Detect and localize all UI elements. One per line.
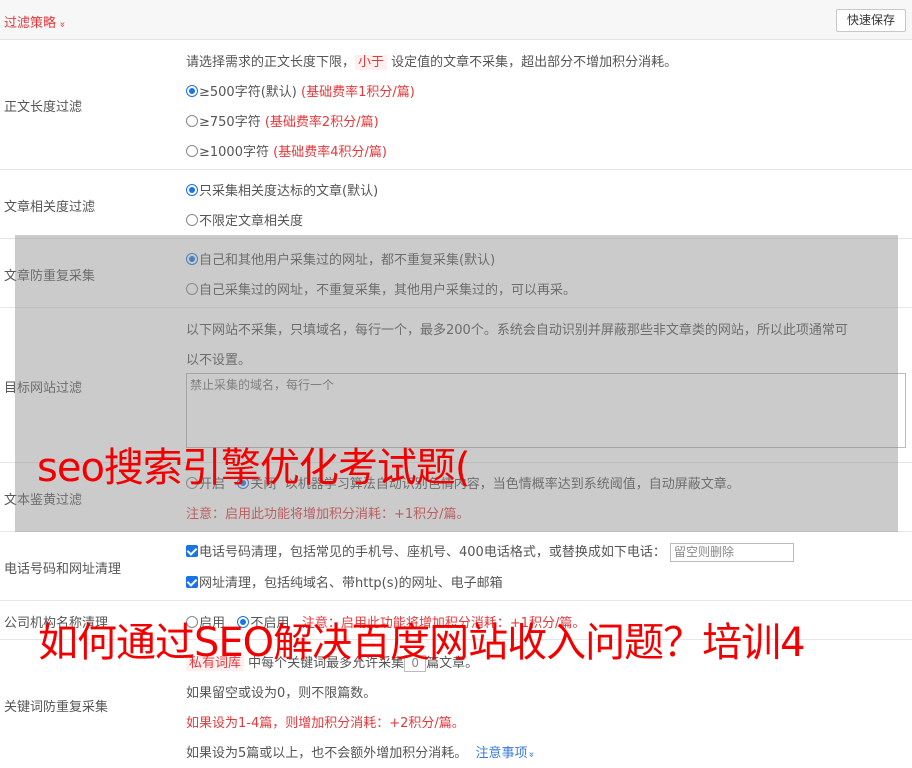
filter-header: 过滤策略» 快速保存	[0, 0, 912, 40]
length-filter-row: 正文长度过滤 请选择需求的正文长度下限， 小于 设定值的文章不采集，超出部分不增加…	[0, 40, 912, 170]
option-rate: (基础费率1积分/篇)	[301, 85, 415, 100]
option-rate: (基础费率2积分/篇)	[264, 115, 379, 130]
radio-button[interactable]	[186, 85, 198, 97]
contact-filter-label: 电话号码和网址清理	[4, 562, 122, 577]
phone-clean-option[interactable]: 电话号码清理，包括常见的手机号、座机号、400电话格式，或替换成如下电话： 留空…	[186, 541, 794, 562]
keyword-line-3: 如果设为1-4篇，则增加积分消耗：+2积分/篇。	[186, 716, 465, 731]
watermark-title-2: 如何通过SEO解决百度网站收入问题？培训4	[38, 620, 806, 666]
option-label: 网址清理，包括纯域名、带http(s)的网址、电子邮箱	[199, 576, 503, 591]
section-title[interactable]: 过滤策略»	[4, 12, 68, 31]
section-title-text: 过滤策略	[4, 16, 57, 31]
notes-link[interactable]: 注意事项»	[475, 746, 537, 761]
keyword-line-4: 如果设为5篇或以上，也不会额外增加积分消耗。 注意事项»	[186, 742, 537, 761]
relevance-option-1[interactable]: 只采集相关度达标的文章(默认)	[186, 180, 378, 199]
notes-link-text: 注意事项	[475, 746, 528, 761]
radio-button[interactable]	[186, 214, 198, 226]
checkbox[interactable]	[186, 576, 198, 588]
relevance-option-2[interactable]: 不限定文章相关度	[186, 210, 303, 229]
chevron-down-icon: »	[525, 751, 537, 758]
length-filter-label: 正文长度过滤	[4, 100, 83, 115]
keyword-filter-label: 关键词防重复采集	[4, 700, 109, 715]
watermark-title-1: seo搜索引擎优化考试题(	[37, 445, 471, 491]
quick-save-button[interactable]: 快速保存	[836, 9, 906, 32]
replace-phone-input[interactable]: 留空则删除	[669, 543, 794, 562]
url-clean-option[interactable]: 网址清理，包括纯域名、带http(s)的网址、电子邮箱	[186, 572, 503, 591]
length-filter-desc: 请选择需求的正文长度下限， 小于 设定值的文章不采集，超出部分不增加积分消耗。	[186, 51, 677, 70]
option-label: ≥500字符(默认)	[199, 85, 297, 100]
desc-text: 请选择需求的正文长度下限，	[186, 55, 356, 70]
option-label: 不限定文章相关度	[199, 214, 304, 229]
option-label: 电话号码清理，包括常见的手机号、座机号、400电话格式，或替换成如下电话：	[199, 545, 666, 560]
length-option-750[interactable]: ≥750字符 (基础费率2积分/篇)	[186, 111, 379, 130]
relevance-filter-row: 文章相关度过滤 只采集相关度达标的文章(默认) 不限定文章相关度	[0, 170, 912, 239]
option-label: ≥750字符	[199, 115, 261, 130]
checkbox[interactable]	[186, 545, 198, 557]
less-than-tag: 小于	[355, 55, 388, 70]
relevance-filter-label: 文章相关度过滤	[4, 200, 96, 215]
radio-button[interactable]	[186, 145, 198, 157]
option-label: ≥1000字符	[199, 145, 269, 160]
option-label: 只采集相关度达标的文章(默认)	[199, 184, 379, 199]
length-option-500[interactable]: ≥500字符(默认) (基础费率1积分/篇)	[186, 81, 415, 100]
radio-button[interactable]	[186, 115, 198, 127]
contact-filter-row: 电话号码和网址清理 电话号码清理，包括常见的手机号、座机号、400电话格式，或替…	[0, 532, 912, 601]
keyword-line-2: 如果留空或设为0，则不限篇数。	[186, 686, 377, 701]
option-rate: (基础费率4积分/篇)	[273, 145, 387, 160]
desc-text: 如果设为5篇或以上，也不会额外增加积分消耗。	[186, 746, 468, 761]
chevron-down-icon: »	[56, 21, 68, 28]
radio-button[interactable]	[186, 184, 198, 196]
desc-text: 设定值的文章不采集，超出部分不增加积分消耗。	[391, 55, 678, 70]
length-option-1000[interactable]: ≥1000字符 (基础费率4积分/篇)	[186, 141, 387, 160]
